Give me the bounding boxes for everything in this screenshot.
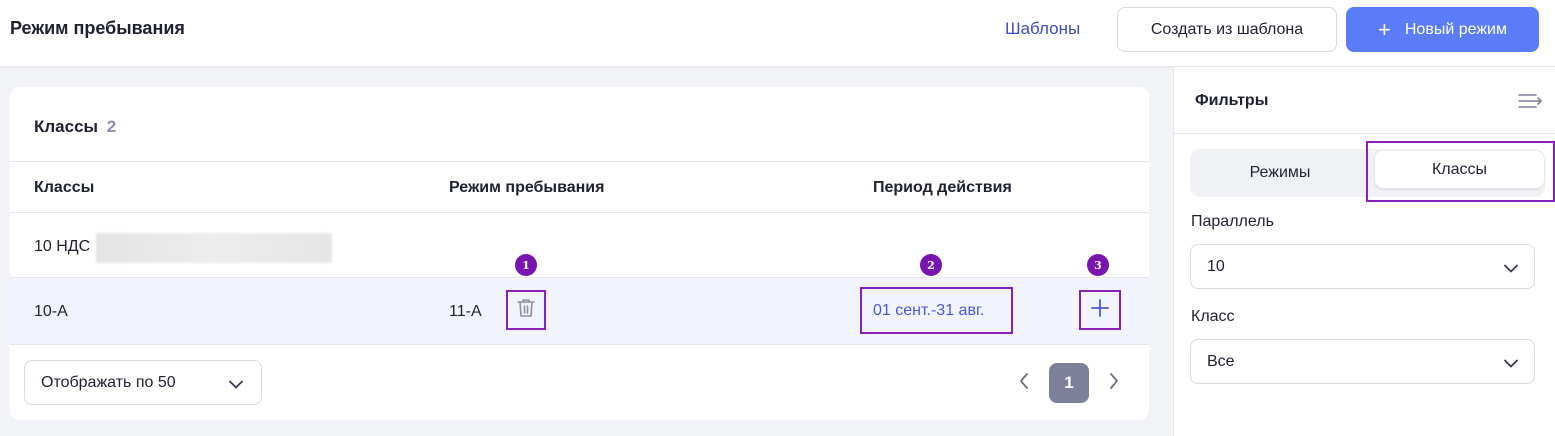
- page-1-button[interactable]: 1: [1049, 363, 1089, 403]
- annotation-marker-3: 3: [1087, 254, 1109, 276]
- row-2-class: 10-А: [34, 303, 68, 320]
- delete-mode-button[interactable]: [508, 292, 544, 328]
- new-mode-button[interactable]: + Новый режим: [1346, 7, 1539, 52]
- card-title-label: Классы: [34, 117, 99, 136]
- class-select[interactable]: Все: [1190, 339, 1535, 384]
- tab-modes[interactable]: Режимы: [1190, 149, 1370, 197]
- divider: [10, 212, 1149, 213]
- classes-card: Классы 2 Классы Режим пребывания Период …: [10, 87, 1149, 420]
- prev-page-button[interactable]: [1019, 373, 1029, 394]
- plus-icon: +: [1378, 16, 1391, 42]
- add-period-button[interactable]: [1081, 292, 1119, 328]
- card-title-count: 2: [106, 117, 117, 136]
- per-page-select[interactable]: Отображать по 50: [24, 360, 262, 405]
- create-from-template-label: Создать из шаблона: [1150, 20, 1304, 38]
- new-mode-label: Новый режим: [1404, 20, 1507, 38]
- chevron-down-icon: [229, 376, 243, 394]
- collapse-filters-button[interactable]: [1518, 92, 1544, 115]
- page-title: Режим пребывания: [10, 18, 185, 38]
- redacted-text: [96, 233, 332, 263]
- create-from-template-button[interactable]: Создать из шаблона: [1117, 7, 1337, 52]
- divider: [1174, 133, 1555, 134]
- chevron-down-icon: [1504, 260, 1518, 278]
- annotation-marker-2: 2: [920, 254, 942, 276]
- column-header-period: Период действия: [873, 179, 1012, 196]
- chevron-down-icon: [1504, 355, 1518, 373]
- class-label: Класс: [1191, 308, 1235, 325]
- collapse-filters-icon: [1518, 94, 1544, 114]
- card-title: Классы 2: [34, 117, 116, 137]
- chevron-left-icon: [1019, 373, 1029, 393]
- row-1-class: 10 НДС: [34, 238, 91, 255]
- period-link[interactable]: 01 сент.-31 авг.: [873, 302, 984, 320]
- trash-icon: [517, 298, 535, 323]
- parallel-select[interactable]: 10: [1190, 244, 1535, 289]
- divider: [10, 344, 1149, 345]
- class-value: Все: [1207, 352, 1235, 370]
- templates-link[interactable]: Шаблоны: [1005, 19, 1080, 39]
- plus-icon: [1090, 298, 1110, 323]
- column-header-mode: Режим пребывания: [449, 179, 605, 196]
- row-2-mode: 11-А: [449, 303, 482, 320]
- chevron-right-icon: [1109, 373, 1119, 393]
- per-page-label: Отображать по 50: [41, 373, 176, 391]
- annotation-marker-1: 1: [515, 254, 537, 276]
- parallel-label: Параллель: [1191, 213, 1274, 230]
- next-page-button[interactable]: [1109, 373, 1119, 394]
- column-header-classes: Классы: [34, 179, 95, 196]
- filters-panel: Фильтры Режимы Классы Параллель 10 Класс…: [1173, 67, 1555, 436]
- top-header: Режим пребывания Шаблоны Создать из шабл…: [0, 0, 1555, 67]
- tab-classes[interactable]: Классы: [1375, 151, 1544, 188]
- parallel-value: 10: [1207, 257, 1225, 275]
- divider: [10, 161, 1149, 162]
- filters-title: Фильтры: [1195, 92, 1269, 109]
